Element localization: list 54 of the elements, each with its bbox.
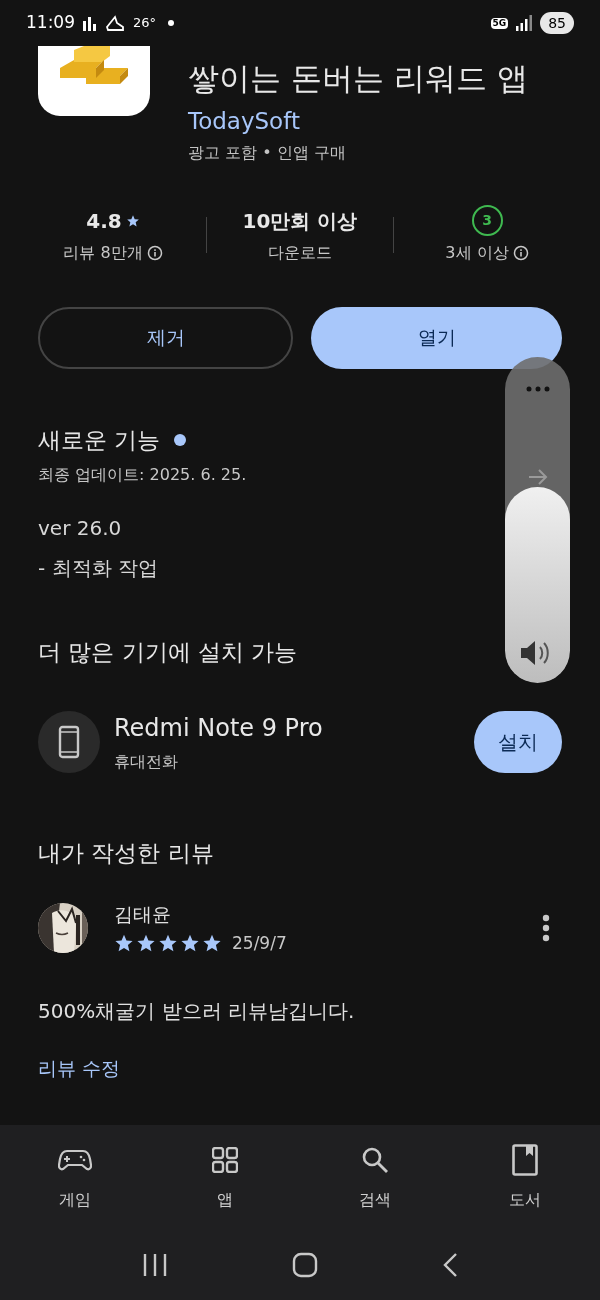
age-rating-badge: 3 (471, 205, 503, 236)
star-icon (136, 934, 156, 953)
stat-label: 3세 이상 (445, 241, 509, 264)
device-name: Redmi Note 9 Pro (114, 712, 324, 744)
nav-tab[interactable]: 게임 (0, 1143, 150, 1212)
developer-link[interactable]: TodaySoft (188, 104, 528, 139)
shoe-icon (105, 15, 125, 31)
back-icon[interactable] (442, 1252, 458, 1278)
rating-value: 4.8 (86, 207, 122, 235)
reviewer-name: 김태윤 (114, 902, 172, 927)
book-icon (512, 1143, 538, 1176)
uninstall-button[interactable]: 제거 (38, 306, 293, 369)
star-icon (158, 934, 178, 953)
nav-tab[interactable]: 도서 (450, 1143, 600, 1212)
cell-signal-icon (516, 15, 533, 31)
nav-tab[interactable]: 앱 (150, 1143, 300, 1212)
more-icon (526, 386, 550, 392)
stat-label: 다운로드 (268, 241, 332, 264)
update-date: 최종 업데이트: 2025. 6. 25. (38, 464, 247, 486)
signal-bars-icon (83, 15, 97, 31)
release-note: - 최적화 작업 (38, 555, 158, 582)
star-icon (202, 934, 222, 953)
edit-review-link[interactable]: 리뷰 수정 (38, 1054, 121, 1083)
review-text: 500%채굴기 받으러 리뷰남깁니다. (38, 998, 356, 1025)
review-date: 25/9/7 (232, 931, 287, 955)
gamepad-icon (58, 1147, 92, 1172)
app-tags: 광고 포함 • 인앱 구매 (188, 140, 528, 165)
battery-level: 85 (540, 12, 574, 34)
info-icon (146, 244, 163, 261)
device-type: 휴대전화 (114, 750, 179, 773)
star-icon (114, 934, 134, 953)
section-heading: 새로운 기능 (38, 425, 161, 455)
volume-slider[interactable] (505, 357, 570, 683)
install-button[interactable]: 설치 (474, 710, 562, 773)
release-note: ver 26.0 (38, 515, 122, 542)
recent-apps-icon[interactable] (142, 1253, 168, 1277)
more-vertical-icon[interactable] (542, 914, 550, 942)
temperature: 26° (133, 14, 157, 33)
star-icon (125, 213, 140, 228)
section-heading: 더 많은 기기에 설치 가능 (38, 638, 298, 667)
network-type: 5G (490, 17, 509, 29)
info-icon (512, 244, 529, 261)
home-icon[interactable] (292, 1252, 318, 1278)
stat-label: 리뷰 8만개 (63, 241, 143, 264)
grid-icon (212, 1146, 238, 1173)
phone-icon (58, 724, 80, 759)
section-heading: 내가 작성한 리뷰 (38, 838, 215, 868)
arrow-right-icon (527, 468, 549, 486)
open-button[interactable]: 열기 (311, 306, 562, 369)
star-icon (180, 934, 200, 953)
nav-tab[interactable]: 검색 (300, 1143, 450, 1212)
app-title: 쌓이는 돈버는 리워드 앱 (188, 59, 528, 98)
download-count: 10만회 이상 (242, 207, 358, 235)
clock: 11:09 (26, 11, 75, 35)
